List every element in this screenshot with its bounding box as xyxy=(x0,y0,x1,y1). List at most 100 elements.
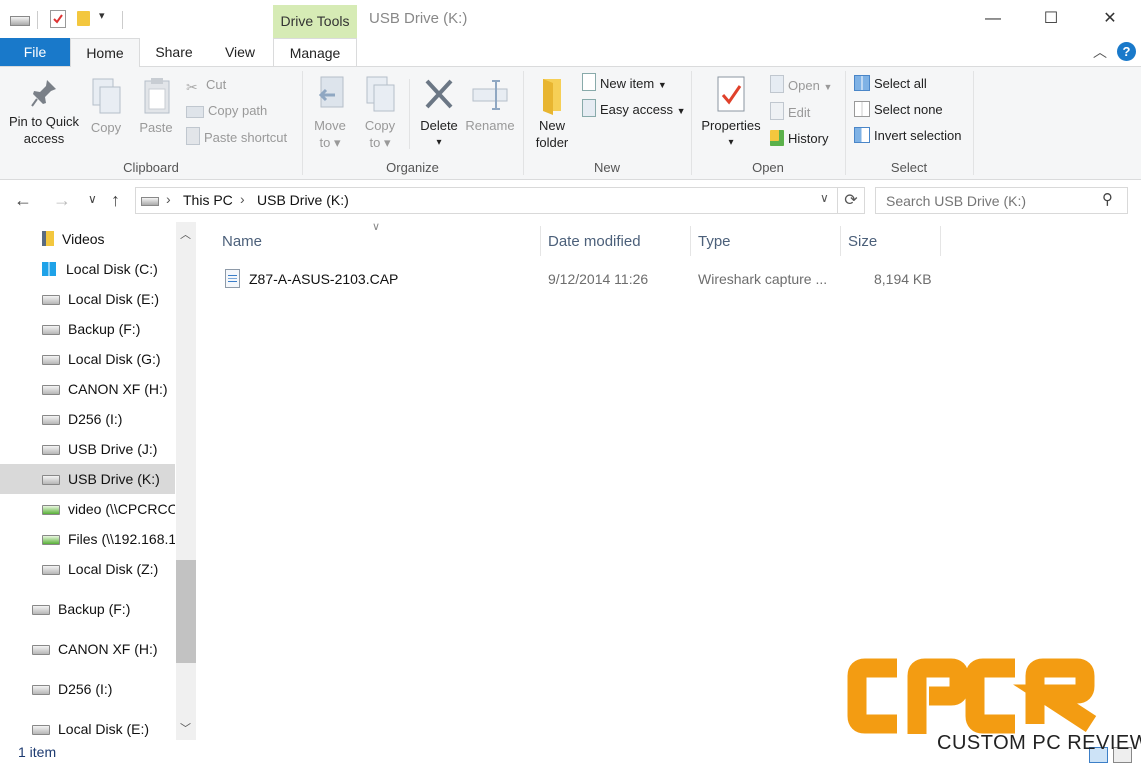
open-button[interactable]: Open ▼ xyxy=(770,75,832,95)
column-header-date-modified[interactable]: Date modified xyxy=(548,230,641,254)
chevron-down-icon: ▼ xyxy=(823,82,833,92)
nav-item-label: Videos xyxy=(62,231,105,247)
history-label: History xyxy=(788,131,829,146)
column-divider[interactable] xyxy=(940,226,941,256)
back-arrow-icon[interactable]: ← xyxy=(14,190,32,211)
edit-label: Edit xyxy=(788,105,811,120)
nav-item[interactable]: CANON XF (H:) xyxy=(0,374,175,404)
edit-button[interactable]: Edit xyxy=(770,102,810,122)
copy-path-icon xyxy=(186,106,204,118)
close-button[interactable]: ✕ xyxy=(1080,0,1140,38)
delete-button[interactable]: Delete ▾ xyxy=(416,75,462,151)
nav-item-label: USB Drive (J:) xyxy=(68,441,158,457)
nav-item[interactable]: Local Disk (Z:) xyxy=(0,554,175,584)
nav-item[interactable]: USB Drive (J:) xyxy=(0,434,175,464)
scrollbar-thumb[interactable] xyxy=(176,560,196,663)
nav-item[interactable]: Local Disk (E:) xyxy=(0,714,175,740)
search-input[interactable] xyxy=(884,191,1098,211)
nav-item[interactable]: Local Disk (E:) xyxy=(0,284,175,314)
scissors-icon: ✂ xyxy=(186,79,198,95)
breadcrumb-usb-drive[interactable]: USB Drive (K:) xyxy=(257,192,349,208)
select-none-button[interactable]: Select none xyxy=(854,100,943,120)
tab-home[interactable]: Home xyxy=(70,38,140,67)
history-button[interactable]: History xyxy=(770,129,828,149)
minimize-button[interactable]: — xyxy=(963,0,1023,38)
nav-item-label: CANON XF (H:) xyxy=(68,381,168,397)
address-history-chevron-icon[interactable]: ∨ xyxy=(820,191,829,205)
pin-to-quick-access-button[interactable]: Pin to Quick access xyxy=(4,77,84,147)
new-folder-qat-icon[interactable] xyxy=(77,11,90,26)
select-all-button[interactable]: Select all xyxy=(854,74,927,94)
nav-item[interactable]: Local Disk (G:) xyxy=(0,344,175,374)
move-to-label-2: to ▾ xyxy=(319,135,341,150)
title-bar: ▾ Drive Tools USB Drive (K:) — ☐ ✕ xyxy=(0,0,1141,38)
nav-item[interactable]: Backup (F:) xyxy=(0,314,175,344)
nav-item[interactable]: Backup (F:) xyxy=(0,594,175,624)
collapse-ribbon-icon[interactable]: ︿ xyxy=(1093,42,1107,62)
nav-item[interactable]: D256 (I:) xyxy=(0,404,175,434)
forward-arrow-icon[interactable]: → xyxy=(53,190,71,211)
drive-icon xyxy=(141,197,159,206)
nav-item[interactable]: D256 (I:) xyxy=(0,674,175,704)
cut-button[interactable]: ✂ Cut xyxy=(186,75,226,95)
nav-item-label: Backup (F:) xyxy=(58,601,131,617)
nav-item[interactable]: USB Drive (K:) xyxy=(0,464,175,494)
tab-view[interactable]: View xyxy=(212,38,268,66)
nav-item[interactable]: Files (\\192.168.1 xyxy=(0,524,175,554)
tab-share[interactable]: Share xyxy=(146,38,202,66)
refresh-button[interactable]: ⟳ xyxy=(838,187,865,214)
new-item-button[interactable]: New item ▼ xyxy=(582,73,667,93)
drive-icon xyxy=(42,295,60,305)
videos-folder-icon xyxy=(42,231,54,246)
navigation-pane-scrollbar[interactable]: ︿ ﹀ xyxy=(176,222,196,740)
new-folder-label-1: New xyxy=(538,118,565,133)
copy-button[interactable]: Copy xyxy=(86,77,126,136)
breadcrumb-separator-icon: › xyxy=(240,191,245,207)
cut-label: Cut xyxy=(206,77,227,92)
copy-to-button[interactable]: Copy to ▾ xyxy=(360,75,400,151)
nav-item[interactable]: CANON XF (H:) xyxy=(0,634,175,664)
help-icon[interactable]: ? xyxy=(1117,42,1136,61)
file-type: Wireshark capture ... xyxy=(698,271,828,287)
column-header-type[interactable]: Type xyxy=(698,230,731,254)
windows-drive-icon xyxy=(42,262,56,276)
scroll-down-chevron-icon[interactable]: ﹀ xyxy=(180,720,191,736)
new-folder-button[interactable]: New folder xyxy=(531,75,573,151)
easy-access-button[interactable]: Easy access ▼ xyxy=(582,99,686,119)
rename-button[interactable]: Rename xyxy=(464,75,516,134)
column-divider[interactable] xyxy=(540,226,541,256)
invert-selection-button[interactable]: Invert selection xyxy=(854,126,961,146)
address-bar[interactable]: › This PC › USB Drive (K:) ∨ xyxy=(135,187,838,214)
drive-icon xyxy=(42,385,60,395)
breadcrumb-this-pc[interactable]: This PC xyxy=(183,192,233,208)
scroll-up-chevron-icon[interactable]: ︿ xyxy=(180,226,191,242)
refresh-icon: ⟳ xyxy=(844,192,858,209)
paste-shortcut-button[interactable]: Paste shortcut xyxy=(186,127,287,147)
paste-button[interactable]: Paste xyxy=(136,77,176,136)
search-box[interactable]: ⚲ xyxy=(875,187,1128,214)
properties-qat-icon[interactable] xyxy=(50,10,66,28)
new-group-label: New xyxy=(593,160,620,175)
nav-item[interactable]: Local Disk (C:) xyxy=(0,254,175,284)
navigation-pane: Videos Local Disk (C:) Local Disk (E:) Back… xyxy=(0,222,196,740)
copy-path-button[interactable]: Copy path xyxy=(186,101,267,121)
tab-manage[interactable]: Manage xyxy=(273,38,357,66)
up-arrow-icon[interactable]: ↑ xyxy=(111,190,120,211)
qat-customize-icon[interactable]: ▾ xyxy=(99,9,105,22)
copy-to-label-2: to ▾ xyxy=(369,135,391,150)
recent-locations-chevron-icon[interactable]: ∨ xyxy=(88,192,97,206)
delete-label: Delete xyxy=(420,118,458,133)
column-header-name[interactable]: Name xyxy=(222,230,262,254)
paste-label: Paste xyxy=(139,120,173,135)
file-name[interactable]: Z87-A-ASUS-2103.CAP xyxy=(249,268,398,290)
column-header-size[interactable]: Size xyxy=(848,230,877,254)
move-to-button[interactable]: Move to ▾ xyxy=(310,75,350,151)
tab-file[interactable]: File xyxy=(0,38,70,66)
column-divider[interactable] xyxy=(840,226,841,256)
maximize-button[interactable]: ☐ xyxy=(1021,0,1081,38)
nav-item[interactable]: video (\\CPCRCO xyxy=(0,494,175,524)
nav-item[interactable]: Videos xyxy=(0,224,175,254)
properties-button[interactable]: Properties ▾ xyxy=(697,75,765,151)
close-icon: ✕ xyxy=(1103,10,1117,27)
column-divider[interactable] xyxy=(690,226,691,256)
